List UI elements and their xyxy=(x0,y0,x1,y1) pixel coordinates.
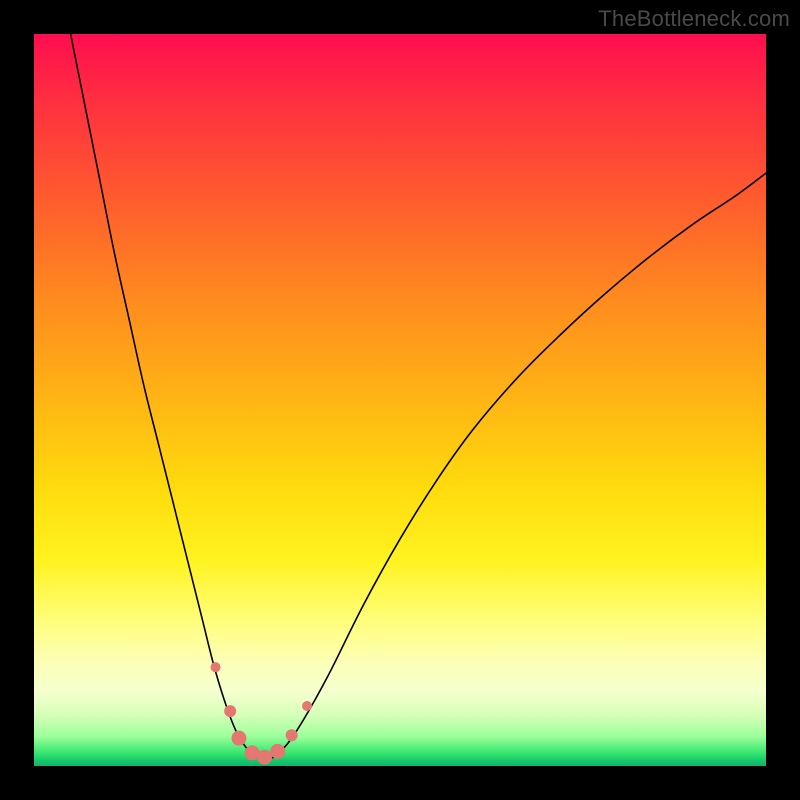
marker-layer xyxy=(211,662,313,765)
curve-marker xyxy=(224,705,236,717)
plot-area xyxy=(34,34,766,766)
watermark-label: TheBottleneck.com xyxy=(598,6,790,32)
curve-layer xyxy=(34,34,766,766)
curve-marker xyxy=(211,662,221,672)
chart-frame: TheBottleneck.com xyxy=(0,0,800,800)
curve-marker xyxy=(231,731,246,746)
curve-marker xyxy=(302,701,312,711)
curve-marker xyxy=(257,750,272,765)
bottleneck-curve xyxy=(71,34,766,759)
curve-marker xyxy=(270,744,285,759)
curve-marker xyxy=(286,729,298,741)
